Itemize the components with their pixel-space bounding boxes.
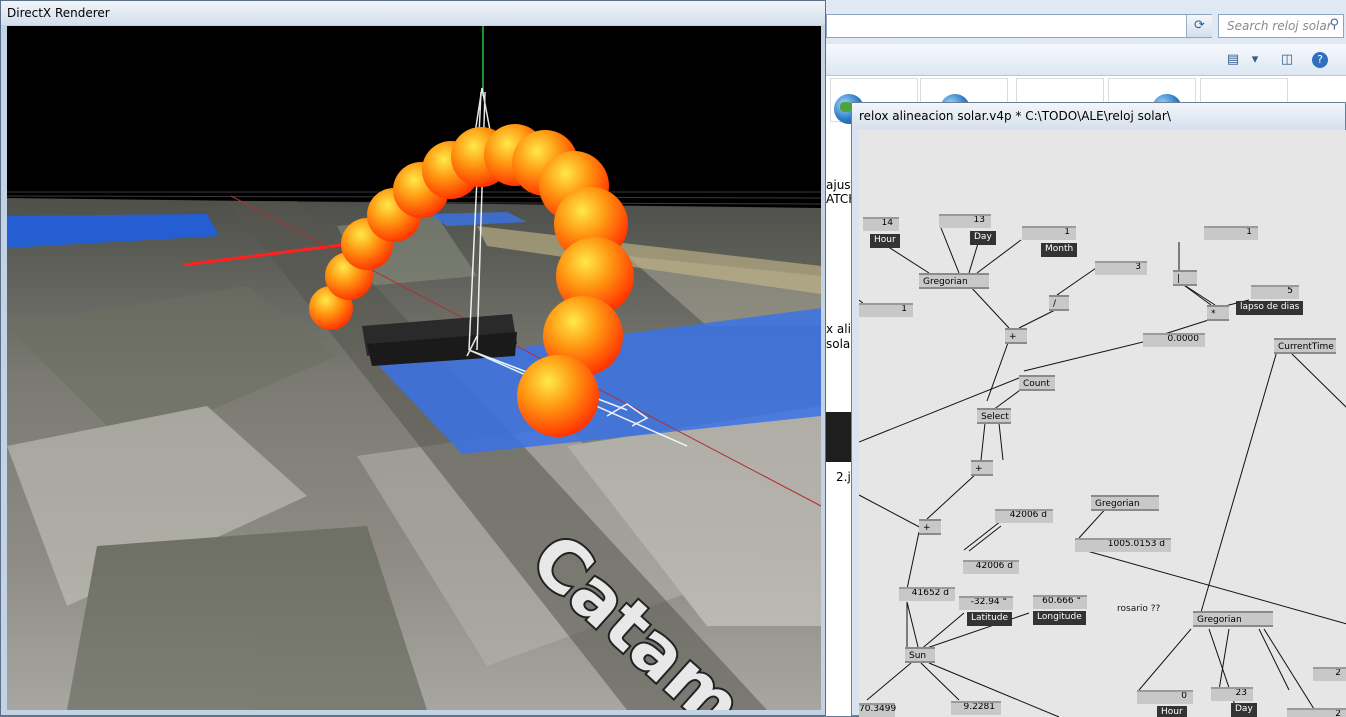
patch-links [859,227,1346,717]
zero-value-box[interactable]: 0.0000 [1143,333,1205,347]
lapso-label: lapso de dias [1236,301,1304,315]
view-options-icon[interactable]: ▤ [1224,52,1242,68]
select-node[interactable]: Select [977,408,1011,424]
longitude-label: Longitude [1033,611,1086,625]
bar-node[interactable]: | [1173,270,1197,286]
preview-pane-icon[interactable]: ◫ [1278,52,1296,68]
day-label: Day [970,231,996,245]
five-value-box[interactable]: 5 [1251,285,1299,299]
month-value-box[interactable]: 1 [1022,226,1076,240]
output-value-box[interactable]: 9.2281 [951,701,1001,715]
chevron-down-icon[interactable]: ▾ [1246,52,1264,68]
hour-value-box[interactable]: 0 [1137,690,1193,704]
search-placeholder: Search reloj solar [1227,19,1332,33]
days-value-box[interactable]: 1005.0153 d [1075,538,1171,552]
help-icon[interactable]: ? [1312,52,1328,68]
explorer-toolbar [826,44,1346,76]
address-bar[interactable] [826,14,1212,38]
renderer-title: DirectX Renderer [7,6,110,20]
hour-value-box[interactable]: 14 [863,217,899,231]
divide-node[interactable]: / [1049,295,1069,311]
add-node[interactable]: + [1005,328,1027,344]
hour-label: Hour [1157,706,1187,717]
day-value-box[interactable]: 13 [939,214,991,228]
gregorian-node[interactable]: Gregorian [1193,611,1273,627]
directx-renderer-window[interactable]: DirectX Renderer Catam [0,0,826,716]
sun-node[interactable]: Sun [905,647,935,663]
days-value-box[interactable]: 41652 d [899,587,955,601]
multiply-node[interactable]: * [1207,305,1229,321]
one-value-box[interactable]: 1 [859,303,913,317]
day-value-box[interactable]: 23 [1211,687,1253,701]
search-icon[interactable]: ⚲ [1329,17,1339,32]
refresh-icon[interactable]: ⟳ [1186,15,1212,37]
search-input[interactable]: Search reloj solar ⚲ [1218,14,1344,38]
days-value-box[interactable]: 42006 d [995,509,1053,523]
latitude-label: Latitude [967,612,1013,626]
patch-titlebar[interactable]: relox alineacion solar.v4p * C:\TODO\ALE… [852,103,1345,129]
gregorian-node[interactable]: Gregorian [1091,495,1159,511]
one-value-box[interactable]: 1 [1204,226,1258,240]
renderer-titlebar[interactable]: DirectX Renderer [1,1,825,25]
output-value-box[interactable]: 2 [1313,667,1346,681]
day-label: Day [1231,703,1257,717]
render-viewport[interactable]: Catam [7,26,821,710]
month-label: Month [1041,243,1078,257]
patch-canvas[interactable]: 14 Hour 13 Day 1 Month Gregorian 1 3 / 1… [859,130,1346,717]
add-node[interactable]: + [919,519,941,535]
hour-label: Hour [870,234,900,248]
current-time-node[interactable]: CurrentTime [1274,338,1336,354]
output-value-box[interactable]: 70.3499 [859,703,896,717]
longitude-value-box[interactable]: 60.666 ° [1033,595,1087,609]
count-node[interactable]: Count [1019,375,1055,391]
three-value-box[interactable]: 3 [1095,261,1147,275]
comment-text: rosario ?? [1117,604,1161,614]
latitude-value-box[interactable]: -32.94 ° [959,596,1013,610]
patch-editor-window[interactable]: relox alineacion solar.v4p * C:\TODO\ALE… [851,102,1346,717]
add-node[interactable]: + [971,460,993,476]
patch-title: relox alineacion solar.v4p * C:\TODO\ALE… [859,109,1171,123]
days-value-box[interactable]: 42006 d [963,560,1019,574]
gregorian-node[interactable]: Gregorian [919,273,989,289]
